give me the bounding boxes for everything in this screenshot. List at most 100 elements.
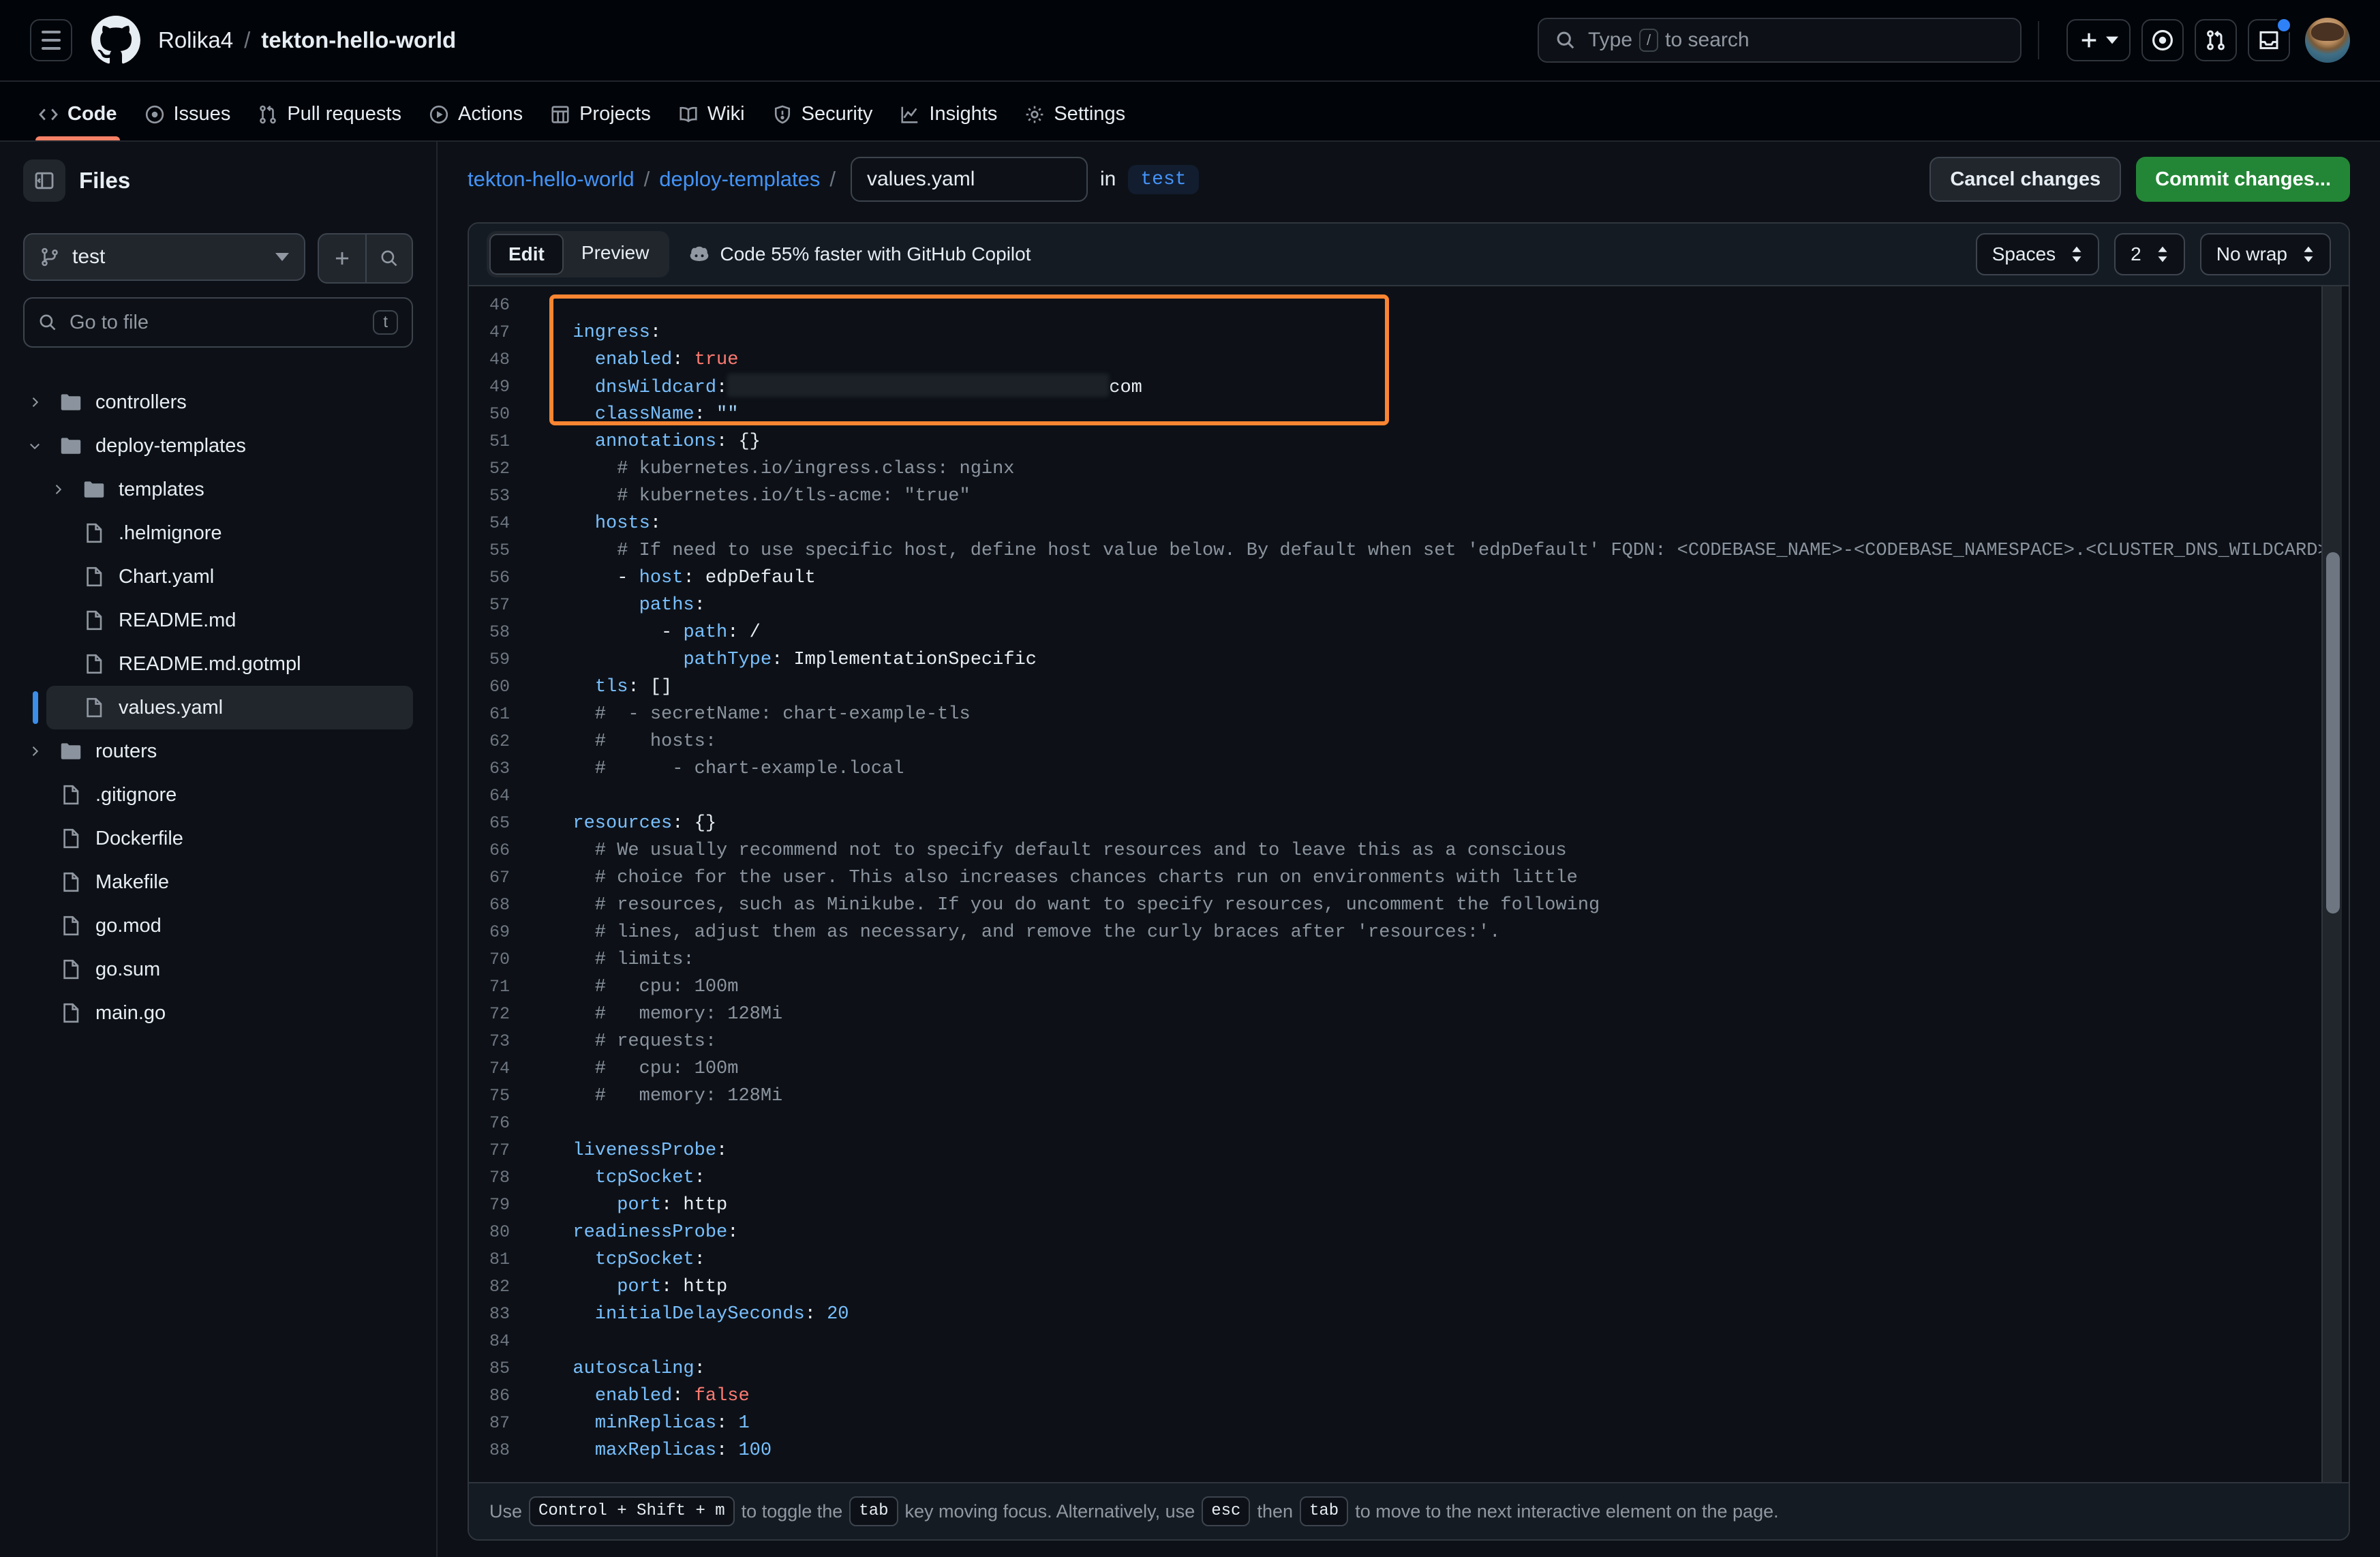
- editor-scrollbar[interactable]: [2321, 286, 2342, 1482]
- code-token: dnsWildcard: [595, 378, 716, 398]
- breadcrumb-dir-link[interactable]: deploy-templates: [659, 167, 820, 192]
- tab-preview[interactable]: Preview: [564, 234, 667, 275]
- hint-part-1: Use: [489, 1501, 522, 1522]
- line-content: readinessProbe:: [528, 1219, 738, 1246]
- code-token: maxReplicas: [595, 1440, 716, 1461]
- tree-file-gitignore[interactable]: .gitignore: [23, 773, 413, 817]
- code-text-area[interactable]: 4647 ingress:48 enabled: true49 dnsWildc…: [469, 286, 2349, 1482]
- tree-file-chart-yaml[interactable]: Chart.yaml: [46, 555, 413, 599]
- chevron-right-icon[interactable]: [23, 744, 46, 758]
- line-content: # memory: 128Mi: [528, 1083, 782, 1110]
- tab-pull-requests-label: Pull requests: [287, 103, 401, 125]
- tab-actions[interactable]: Actions: [415, 103, 536, 140]
- tree-folder-controllers[interactable]: controllers: [23, 380, 413, 424]
- code-token: false: [695, 1386, 750, 1406]
- code-token: : {}: [716, 432, 761, 452]
- breadcrumb-repo-link[interactable]: tekton-hello-world: [468, 167, 635, 192]
- tree-file-go-mod[interactable]: go.mod: [23, 904, 413, 948]
- add-file-button[interactable]: [319, 235, 365, 282]
- tree-folder-templates[interactable]: templates: [46, 468, 413, 511]
- tab-issues[interactable]: Issues: [131, 103, 245, 140]
- plus-icon: [2079, 30, 2099, 50]
- indent-mode-select[interactable]: Spaces: [1976, 233, 2099, 275]
- code-token: [551, 1359, 573, 1379]
- tab-settings[interactable]: Settings: [1011, 103, 1139, 140]
- folder-icon: [57, 391, 85, 414]
- line-number: 81: [469, 1246, 528, 1273]
- go-to-file-input[interactable]: Go to file t: [23, 297, 413, 348]
- tab-edit[interactable]: Edit: [489, 234, 564, 275]
- sidebar-collapse-icon[interactable]: [23, 160, 65, 202]
- line-content: livenessProbe:: [528, 1137, 727, 1164]
- plus-icon: [333, 249, 352, 268]
- line-number: 48: [469, 346, 528, 374]
- notifications-button[interactable]: [2248, 19, 2290, 61]
- issues-button[interactable]: [2141, 19, 2184, 61]
- chevron-right-icon[interactable]: [46, 483, 70, 496]
- table-icon: [550, 104, 570, 125]
- avatar[interactable]: [2305, 18, 2350, 63]
- branch-selector[interactable]: test: [23, 233, 305, 281]
- filename-input[interactable]: values.yaml: [851, 157, 1088, 202]
- code-token: [551, 1222, 573, 1243]
- code-token: [551, 350, 595, 370]
- tree-folder-deploy-templates[interactable]: deploy-templates: [23, 424, 413, 468]
- code-token: # requests:: [551, 1031, 716, 1052]
- tree-file-values-yaml[interactable]: values.yaml: [46, 686, 413, 729]
- tab-projects[interactable]: Projects: [536, 103, 665, 140]
- tree-file-readme-md-gotmpl[interactable]: README.md.gotmpl: [46, 642, 413, 686]
- code-line: 70 # limits:: [469, 946, 2349, 973]
- tab-code[interactable]: Code: [25, 103, 131, 140]
- wrap-mode-select[interactable]: No wrap: [2200, 233, 2331, 275]
- github-logo-icon[interactable]: [91, 16, 140, 65]
- code-token: minReplicas: [595, 1413, 716, 1434]
- pull-requests-button[interactable]: [2195, 19, 2237, 61]
- hamburger-icon[interactable]: [30, 19, 72, 61]
- create-new-button[interactable]: [2066, 19, 2131, 61]
- code-icon: [38, 104, 59, 125]
- chevron-right-icon[interactable]: [23, 395, 46, 409]
- tab-security[interactable]: Security: [759, 103, 887, 140]
- tree-file-readme-md[interactable]: README.md: [46, 599, 413, 642]
- tree-file-dockerfile[interactable]: Dockerfile: [23, 817, 413, 860]
- indent-size-select[interactable]: 2: [2114, 233, 2185, 275]
- code-line: 47 ingress:: [469, 319, 2349, 346]
- global-search-input[interactable]: Type / to search: [1538, 18, 2022, 63]
- notification-indicator: [2275, 16, 2293, 34]
- tree-file-helmignore[interactable]: .helmignore: [46, 511, 413, 555]
- commit-changes-button[interactable]: Commit changes...: [2136, 157, 2350, 202]
- chevron-down-icon[interactable]: [23, 439, 46, 453]
- cancel-changes-button[interactable]: Cancel changes: [1929, 157, 2121, 202]
- tree-item-label: templates: [119, 479, 204, 501]
- file-icon: [80, 653, 108, 675]
- file-icon: [80, 609, 108, 631]
- tree-folder-routers[interactable]: routers: [23, 729, 413, 773]
- code-token: # We usually recommend not to specify de…: [551, 841, 1567, 861]
- global-header: Rolika4 / tekton-hello-world Type / to s…: [0, 0, 2380, 82]
- code-line: 84: [469, 1328, 2349, 1355]
- scrollbar-thumb[interactable]: [2326, 552, 2340, 913]
- tree-file-main-go[interactable]: main.go: [23, 991, 413, 1035]
- line-number: 67: [469, 864, 528, 892]
- tab-insights[interactable]: Insights: [886, 103, 1011, 140]
- tab-pull-requests[interactable]: Pull requests: [244, 103, 415, 140]
- file-icon: [80, 566, 108, 588]
- code-line: 86 enabled: false: [469, 1382, 2349, 1410]
- line-number: 78: [469, 1164, 528, 1192]
- tab-wiki[interactable]: Wiki: [665, 103, 759, 140]
- tree-file-go-sum[interactable]: go.sum: [23, 948, 413, 991]
- line-number: 70: [469, 946, 528, 973]
- copilot-icon: [688, 244, 710, 264]
- line-content: autoscaling:: [528, 1355, 705, 1382]
- code-token: "": [716, 404, 738, 425]
- repo-name-link[interactable]: tekton-hello-world: [261, 27, 456, 53]
- line-content: paths:: [528, 592, 705, 619]
- tree-file-makefile[interactable]: Makefile: [23, 860, 413, 904]
- repo-owner-link[interactable]: Rolika4: [158, 27, 233, 53]
- branch-row: test: [23, 233, 413, 284]
- code-line: 77 livenessProbe:: [469, 1137, 2349, 1164]
- search-files-button[interactable]: [365, 235, 412, 282]
- tree-item-label: routers: [95, 740, 157, 763]
- copilot-promo[interactable]: Code 55% faster with GitHub Copilot: [688, 243, 1031, 265]
- tree-item-label: Makefile: [95, 871, 169, 894]
